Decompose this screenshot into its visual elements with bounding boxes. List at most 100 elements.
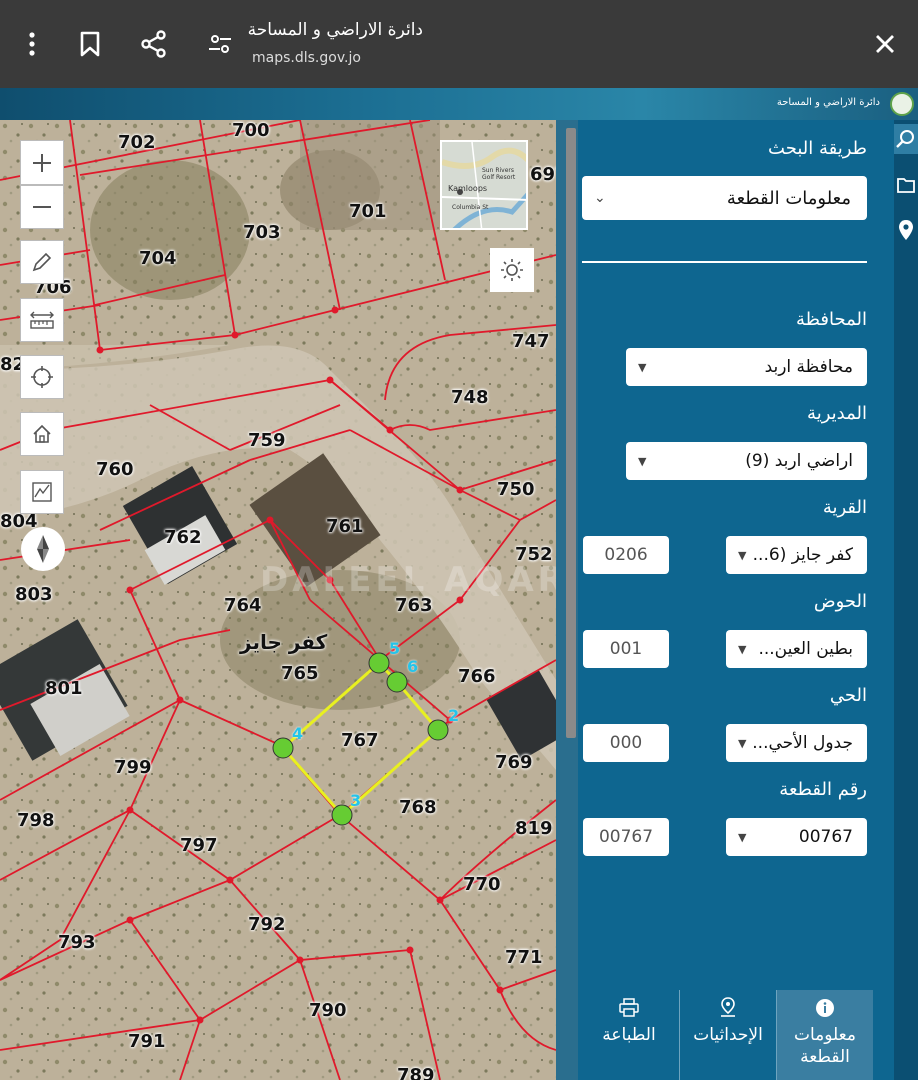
governorate-label: المحافظة: [795, 309, 867, 330]
parcel-label[interactable]: 747: [512, 331, 550, 352]
vertex-number: 3: [350, 791, 362, 810]
tab-parcel-info[interactable]: معلومات القطعة: [777, 990, 873, 1080]
basin-label: الحوض: [813, 591, 867, 612]
parcel-label[interactable]: 701: [349, 201, 387, 222]
tab-coordinates[interactable]: الإحداثيات: [680, 990, 776, 1080]
minimap-label: Columbia St: [452, 204, 489, 211]
parcel-label[interactable]: 791: [128, 1031, 166, 1052]
minimap-label: Sun Rivers Golf Resort: [482, 167, 516, 181]
app-header-name: دائرة الاراضي و المساحة: [776, 97, 880, 108]
tab-separator: [679, 990, 680, 1080]
elevation-button[interactable]: [20, 470, 64, 514]
share-icon[interactable]: [138, 28, 170, 60]
compass-icon: [37, 535, 49, 563]
locate-button[interactable]: [20, 355, 64, 399]
parcel-label[interactable]: 766: [458, 666, 496, 687]
bottom-tabs: معلومات القطعة الإحداثيات الطباعة: [578, 990, 894, 1080]
village-select[interactable]: كفر جايز (6... ▼: [726, 536, 867, 574]
crosshair-icon: [31, 366, 53, 388]
caret-down-icon: ▼: [738, 736, 747, 750]
folder-icon[interactable]: [894, 170, 918, 200]
more-vert-icon[interactable]: [16, 28, 48, 60]
pencil-icon: [32, 252, 52, 272]
parcel-label[interactable]: 760: [96, 459, 134, 480]
brightness-button[interactable]: [490, 248, 534, 292]
parcel-label[interactable]: 765: [281, 663, 319, 684]
parcel-label[interactable]: 798: [17, 810, 55, 831]
divider-line: [582, 261, 867, 263]
location-pin-icon[interactable]: [894, 215, 918, 245]
district-value: جدول الأحي...: [752, 733, 853, 753]
basin-code-input[interactable]: 001: [583, 630, 669, 668]
chart-profile-icon: [32, 482, 52, 502]
tab-print[interactable]: الطباعة: [581, 990, 677, 1080]
parcel-label[interactable]: 697: [530, 164, 556, 185]
district-code-input[interactable]: 000: [583, 724, 669, 762]
parcel-label[interactable]: 771: [505, 947, 543, 968]
parcel-number-select[interactable]: 00767 ▼: [726, 818, 867, 856]
app-logo[interactable]: [890, 92, 914, 116]
parcel-label[interactable]: 768: [399, 797, 437, 818]
parcel-label[interactable]: 750: [497, 479, 535, 500]
village-label: القرية: [822, 497, 867, 518]
measure-button[interactable]: [20, 298, 64, 342]
parcel-label[interactable]: 762: [164, 527, 202, 548]
parcel-label[interactable]: 793: [58, 932, 96, 953]
page-settings-icon[interactable]: [204, 28, 236, 60]
parcel-label[interactable]: 752: [515, 544, 553, 565]
parcel-label[interactable]: 799: [114, 757, 152, 778]
search-method-select[interactable]: معلومات القطعة ⌄: [582, 176, 867, 220]
directorate-label: المديرية: [807, 403, 867, 424]
basin-value: بطين العين...: [758, 639, 853, 659]
parcel-label[interactable]: 704: [139, 248, 177, 269]
parcel-label[interactable]: 703: [243, 222, 281, 243]
page-title: دائرة الاراضي و المساحة: [247, 20, 423, 40]
minus-icon: [33, 206, 51, 208]
village-code-input[interactable]: 0206: [583, 536, 669, 574]
map-view[interactable]: DALEEL AQAR 700 702 701 697 704 703 706 …: [0, 120, 556, 1080]
parcel-label[interactable]: 763: [395, 595, 433, 616]
scrollbar-thumb[interactable]: [566, 128, 576, 738]
parcel-label[interactable]: 801: [45, 678, 83, 699]
parcel-label[interactable]: 819: [515, 818, 553, 839]
bookmark-icon[interactable]: [74, 28, 106, 60]
parcel-label[interactable]: 767: [341, 730, 379, 751]
basin-select[interactable]: بطين العين... ▼: [726, 630, 867, 668]
parcel-label[interactable]: 769: [495, 752, 533, 773]
minimap-label: Kamloops: [448, 184, 488, 193]
vertex-number: 5: [389, 639, 401, 658]
caret-down-icon: ▼: [738, 830, 747, 844]
parcel-label[interactable]: 702: [118, 132, 156, 153]
parcel-label[interactable]: 764: [224, 595, 262, 616]
close-icon[interactable]: [869, 28, 901, 60]
watermark-text: DALEEL AQAR: [260, 560, 556, 600]
governorate-value: محافظة اربد: [764, 357, 853, 377]
parcel-label[interactable]: 759: [248, 430, 286, 451]
draw-button[interactable]: [20, 240, 64, 284]
search-icon[interactable]: [894, 124, 918, 154]
plus-icon: [33, 153, 51, 172]
directorate-select[interactable]: اراضي اربد (9) ▼: [626, 442, 867, 480]
parcel-number-label: رقم القطعة: [779, 779, 867, 800]
parcel-label[interactable]: 748: [451, 387, 489, 408]
browser-top-bar: دائرة الاراضي و المساحة maps.dls.gov.jo: [0, 0, 918, 88]
district-select[interactable]: جدول الأحي... ▼: [726, 724, 867, 762]
parcel-label[interactable]: 790: [309, 1000, 347, 1021]
parcel-label[interactable]: 700: [232, 120, 270, 141]
parcel-label[interactable]: 789: [397, 1065, 435, 1080]
parcel-number-value: 00767: [798, 827, 853, 847]
parcel-code-input[interactable]: 00767: [583, 818, 669, 856]
home-button[interactable]: [20, 412, 64, 456]
governorate-select[interactable]: محافظة اربد ▼: [626, 348, 867, 386]
page-url[interactable]: maps.dls.gov.jo: [252, 50, 361, 66]
parcel-label[interactable]: 797: [180, 835, 218, 856]
parcel-label[interactable]: 761: [326, 516, 364, 537]
district-label: الحي: [829, 685, 867, 706]
zoom-in-button[interactable]: [20, 140, 64, 185]
overview-minimap[interactable]: Sun Rivers Golf Resort Kamloops Columbia…: [440, 140, 528, 230]
zoom-out-button[interactable]: [20, 185, 64, 229]
parcel-label[interactable]: 803: [15, 584, 53, 605]
parcel-label[interactable]: 770: [463, 874, 501, 895]
parcel-label[interactable]: 792: [248, 914, 286, 935]
compass-button[interactable]: [21, 527, 65, 571]
